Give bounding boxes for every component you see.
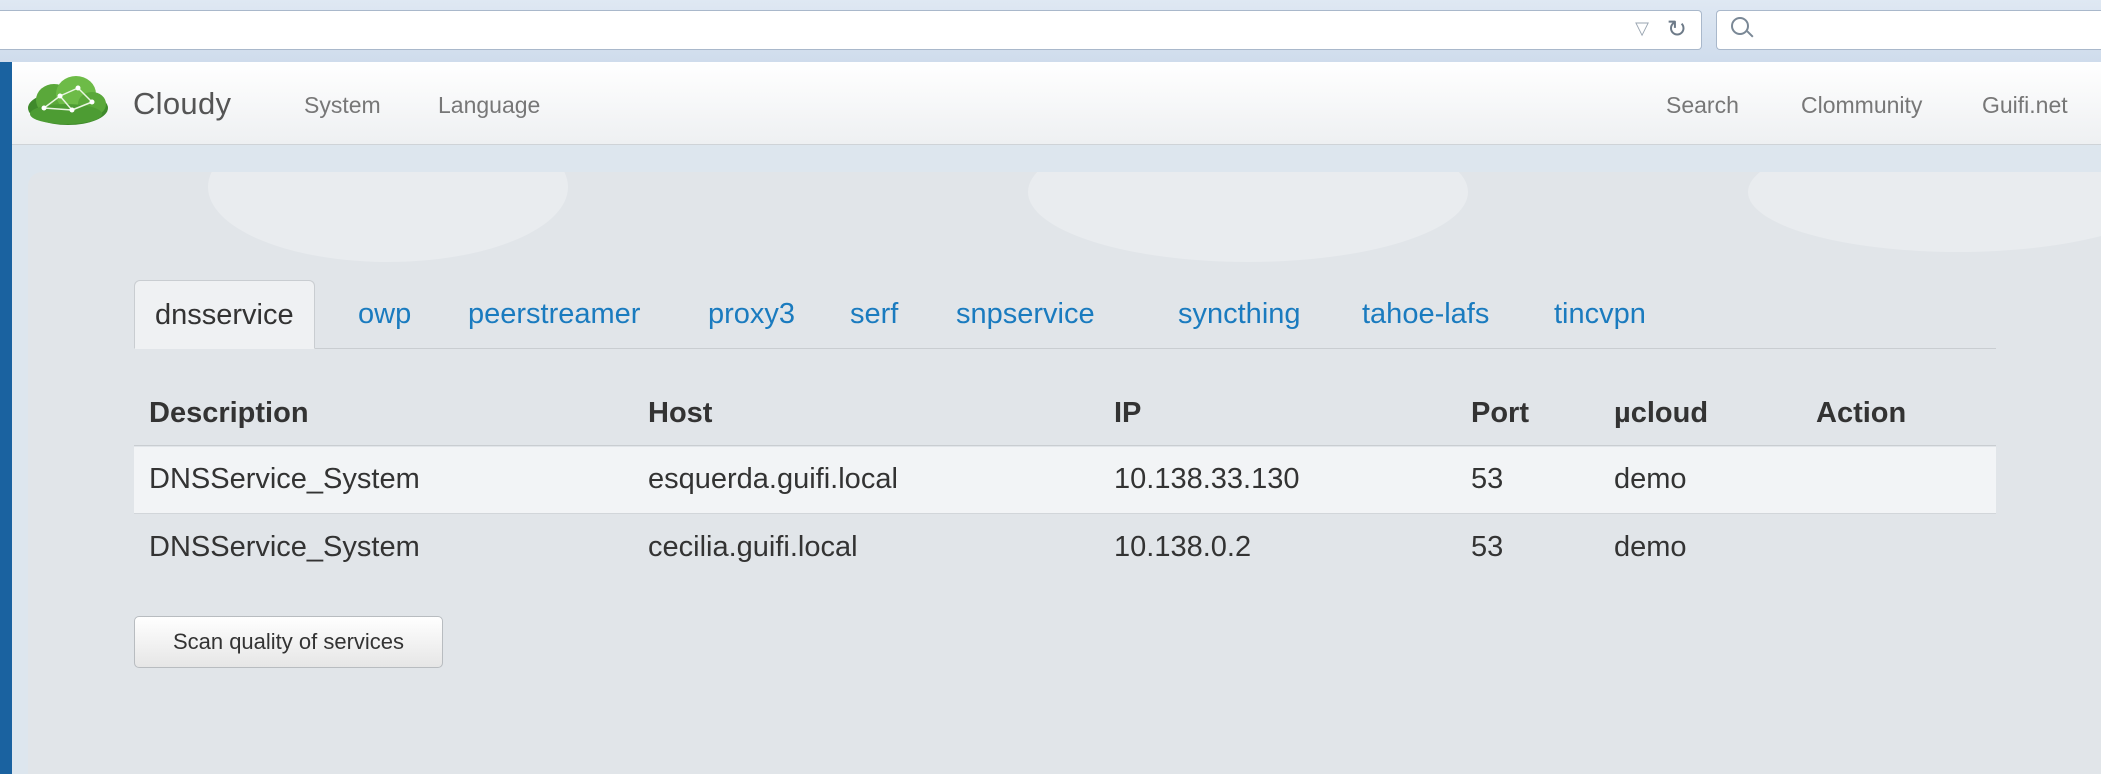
background-cloud — [208, 172, 568, 262]
nav-guifi[interactable]: Guifi.net — [1982, 92, 2068, 119]
nav-search[interactable]: Search — [1666, 92, 1739, 119]
cell-description: DNSService_System — [149, 463, 420, 495]
address-bar[interactable]: ▽ ↻ — [0, 10, 1702, 50]
tab-serf[interactable]: serf — [830, 280, 918, 348]
tab-peerstreamer[interactable]: peerstreamer — [448, 280, 660, 348]
cell-host: cecilia.guifi.local — [648, 531, 858, 563]
nav-clommunity[interactable]: Clommunity — [1801, 92, 1922, 119]
column-header-description: Description — [149, 397, 309, 429]
cell-port: 53 — [1471, 531, 1504, 563]
column-header-host: Host — [648, 397, 713, 429]
tab-owp[interactable]: owp — [338, 280, 431, 348]
tab-snpservice[interactable]: snpservice — [936, 280, 1115, 348]
browser-search-input[interactable] — [1716, 10, 2101, 50]
cell-port: 53 — [1471, 463, 1504, 495]
search-icon — [1731, 17, 1749, 35]
cell-ucloud: demo — [1614, 463, 1687, 495]
column-header-port: Port — [1471, 397, 1529, 429]
window-left-edge — [0, 62, 12, 774]
cell-ip: 10.138.33.130 — [1114, 463, 1300, 495]
reload-icon[interactable]: ↻ — [1667, 15, 1687, 44]
tab-tincvpn[interactable]: tincvpn — [1534, 280, 1666, 348]
tab-proxy3[interactable]: proxy3 — [688, 280, 815, 348]
nav-system[interactable]: System — [304, 92, 381, 119]
background-cloud — [1028, 172, 1468, 262]
tab-dnsservice[interactable]: dnsservice — [134, 280, 315, 349]
cell-ucloud: demo — [1614, 531, 1687, 563]
cloud-network-logo[interactable] — [26, 72, 110, 128]
triangle-down-icon[interactable]: ▽ — [1635, 18, 1649, 39]
column-header-action: Action — [1816, 397, 1907, 429]
browser-toolbar: ▽ ↻ — [0, 0, 2101, 62]
cell-description: DNSService_System — [149, 531, 420, 563]
column-header-ucloud: µcloud — [1614, 397, 1709, 429]
service-tabs: dnsservice owp peerstreamer proxy3 serf … — [134, 280, 1996, 349]
top-navbar: Cloudy System Language Search Clommunity… — [0, 62, 2101, 145]
tab-tahoe-lafs[interactable]: tahoe-lafs — [1342, 280, 1509, 348]
table-header-divider — [134, 445, 1996, 446]
background-cloud — [1748, 172, 2101, 252]
tab-syncthing[interactable]: syncthing — [1158, 280, 1321, 348]
nav-language[interactable]: Language — [438, 92, 540, 119]
scan-quality-button[interactable]: Scan quality of services — [134, 616, 443, 668]
cell-host: esquerda.guifi.local — [648, 463, 898, 495]
cell-ip: 10.138.0.2 — [1114, 531, 1252, 563]
column-header-ip: IP — [1114, 397, 1142, 429]
brand-name[interactable]: Cloudy — [133, 86, 231, 122]
